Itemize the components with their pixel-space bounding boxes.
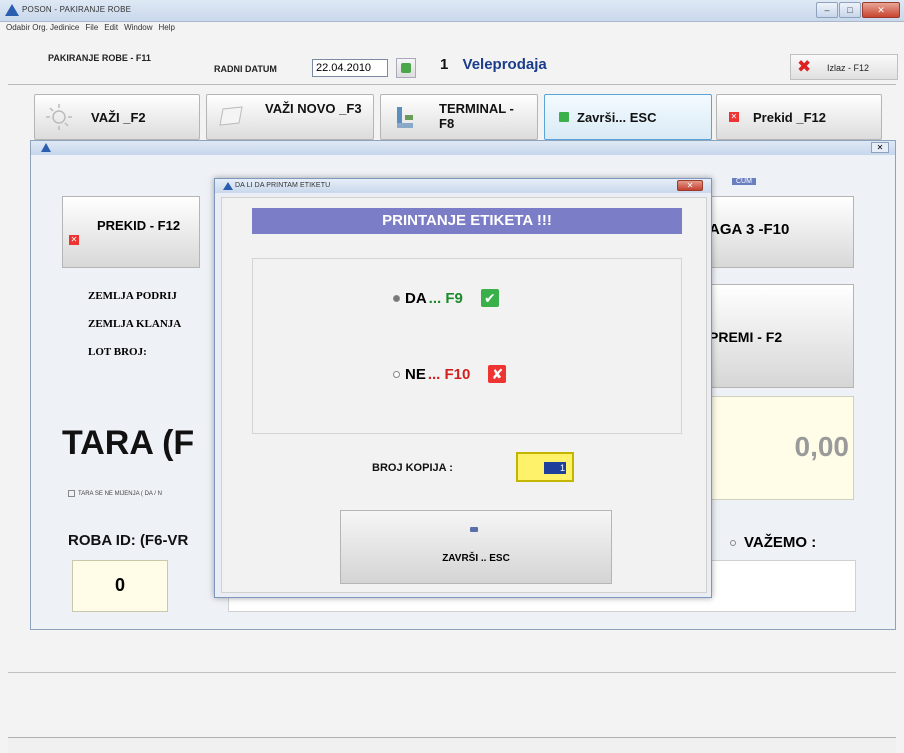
print-label-dialog: DA LI DA PRINTAM ETIKETU ✕ PRINTANJE ETI… (214, 178, 712, 598)
close-icon: ✕ (69, 235, 79, 245)
check-icon (559, 112, 569, 122)
cross-icon: ✘ (488, 365, 507, 383)
calendar-button[interactable] (396, 58, 416, 78)
vazi-label: VAŽI _F2 (91, 110, 146, 125)
option-yes-radio[interactable] (393, 294, 400, 302)
prekid-main-button[interactable]: ✕ Prekid _F12 (716, 94, 882, 140)
zemlja-klanja-label: ZEMLJA KLANJA (88, 318, 182, 330)
main-window: POSON - PAKIRANJE ROBE – □ ✕ Odabir Org.… (0, 0, 904, 753)
roba-id-value: 0 (114, 575, 125, 595)
terminal-icon (397, 107, 413, 128)
vazi-novo-button[interactable]: VAŽI NOVO _F3 (206, 94, 374, 140)
primi-button[interactable]: PREMI - F2 (706, 284, 854, 388)
vazi-novo-label: VAŽI NOVO _F3 (265, 101, 362, 116)
toolbar-divider (8, 84, 896, 85)
zavrsi-main-button[interactable]: Završi... ESC (544, 94, 712, 140)
check-icon: ✔ (480, 289, 499, 307)
tara-note: TARA SE NE MIJENJA ( DA / N (68, 490, 162, 497)
cum-badge: CUM (732, 178, 756, 185)
sun-icon (46, 104, 72, 130)
app-icon (5, 4, 19, 16)
radni-datum-label: RADNI DATUM (214, 64, 277, 74)
tara-value: 0,00 (794, 431, 850, 462)
option-no[interactable]: NE ... F10 ✘ (393, 365, 507, 383)
zavrsi-label: ZAVRŠI .. ESC (442, 553, 510, 564)
status-bar (8, 737, 896, 753)
org-number: 1 (440, 56, 449, 73)
paper-icon (219, 106, 243, 126)
menu-bar: Odabir Org. Jedinice File Edit Window He… (6, 23, 175, 35)
org-unit: 1 Veleprodaja (440, 56, 547, 73)
tara-label: TARA (F (62, 424, 195, 462)
prijem-app-icon (41, 143, 51, 152)
exit-icon: ✖ (797, 57, 812, 76)
module-label: PAKIRANJE ROBE - F11 (48, 53, 151, 63)
menu-window[interactable]: Window (124, 23, 152, 35)
minimize-button[interactable]: – (816, 2, 838, 18)
radni-datum-input[interactable] (312, 59, 388, 77)
close-icon: ✕ (729, 112, 739, 122)
title-bar: POSON - PAKIRANJE ROBE – □ ✕ (0, 0, 904, 22)
dialog-title: DA LI DA PRINTAM ETIKETU (235, 182, 331, 189)
calendar-icon (401, 63, 411, 73)
prekid-button[interactable]: ✕ PREKID - F12 (62, 196, 200, 268)
exit-button[interactable]: ✖ Izlaz - F12 (790, 54, 898, 80)
menu-help[interactable]: Help (159, 23, 175, 35)
prijem-title-bar: ✕ (31, 141, 895, 155)
prijem-close-button[interactable]: ✕ (871, 142, 889, 153)
tara-note-label: TARA SE NE MIJENJA ( DA / N (78, 491, 162, 498)
dialog-heading: PRINTANJE ETIKETA !!! (252, 208, 682, 234)
dialog-app-icon (223, 182, 233, 190)
exit-label: Izlaz - F12 (827, 63, 870, 73)
option-no-label: NE (405, 365, 426, 383)
dialog-title-bar: DA LI DA PRINTAM ETIKETU ✕ (215, 179, 711, 193)
broj-kopija-input[interactable]: 1 (516, 452, 574, 482)
org-name: Veleprodaja (462, 56, 547, 73)
option-yes-label: DA (405, 289, 427, 307)
prekid-main-label: Prekid _F12 (753, 110, 826, 125)
option-yes-key: ... F9 (428, 289, 463, 307)
prekid-label: PREKID - F12 (97, 218, 181, 233)
vazi-button[interactable]: VAŽI _F2 (34, 94, 200, 140)
terminal-button[interactable]: TERMINAL -F8 (380, 94, 538, 140)
primi-label: PREMI - F2 (709, 329, 783, 345)
close-window-button[interactable]: ✕ (862, 2, 900, 18)
broj-kopija-label: BROJ KOPIJA : (372, 462, 453, 474)
broj-kopija-value: 1 (544, 462, 566, 474)
vaga-label: AGA 3 -F10 (709, 221, 790, 238)
dialog-body: PRINTANJE ETIKETA !!! DA ... F9 ✔ NE ...… (221, 197, 707, 593)
roba-id-label: ROBA ID: (F6-VR (68, 532, 189, 549)
vazemo-label: VAŽEMO : (744, 534, 817, 551)
option-yes[interactable]: DA ... F9 ✔ (393, 289, 499, 307)
lot-broj-label: LOT BROJ: (88, 346, 147, 358)
roba-id-field[interactable]: 0 (72, 560, 168, 612)
zavrsi-main-label: Završi... ESC (577, 110, 657, 125)
dialog-close-button[interactable]: ✕ (677, 180, 703, 191)
zavrsi-button[interactable]: ZAVRŠI .. ESC (340, 510, 612, 584)
print-choice-group: DA ... F9 ✔ NE ... F10 ✘ (252, 258, 682, 434)
menu-org-jedinice[interactable]: Odabir Org. Jedinice (6, 23, 79, 35)
menu-edit[interactable]: Edit (104, 23, 118, 35)
option-no-key: ... F10 (427, 365, 471, 383)
tara-value-box: 0,00 (706, 396, 854, 500)
printer-icon (470, 527, 478, 532)
window-title: POSON - PAKIRANJE ROBE (22, 5, 132, 14)
tara-checkbox[interactable] (68, 490, 75, 497)
zemlja-podrijetla-label: ZEMLJA PODRIJ (88, 290, 177, 302)
status-divider (8, 672, 896, 673)
vazemo-option[interactable]: VAŽEMO : (730, 534, 816, 551)
window-controls: – □ ✕ (816, 2, 900, 18)
terminal-label: TERMINAL -F8 (439, 101, 514, 131)
maximize-button[interactable]: □ (839, 2, 861, 18)
menu-file[interactable]: File (85, 23, 98, 35)
vaga-button[interactable]: AGA 3 -F10 (706, 196, 854, 268)
option-no-radio[interactable] (393, 370, 400, 378)
vazemo-radio[interactable] (730, 540, 736, 547)
